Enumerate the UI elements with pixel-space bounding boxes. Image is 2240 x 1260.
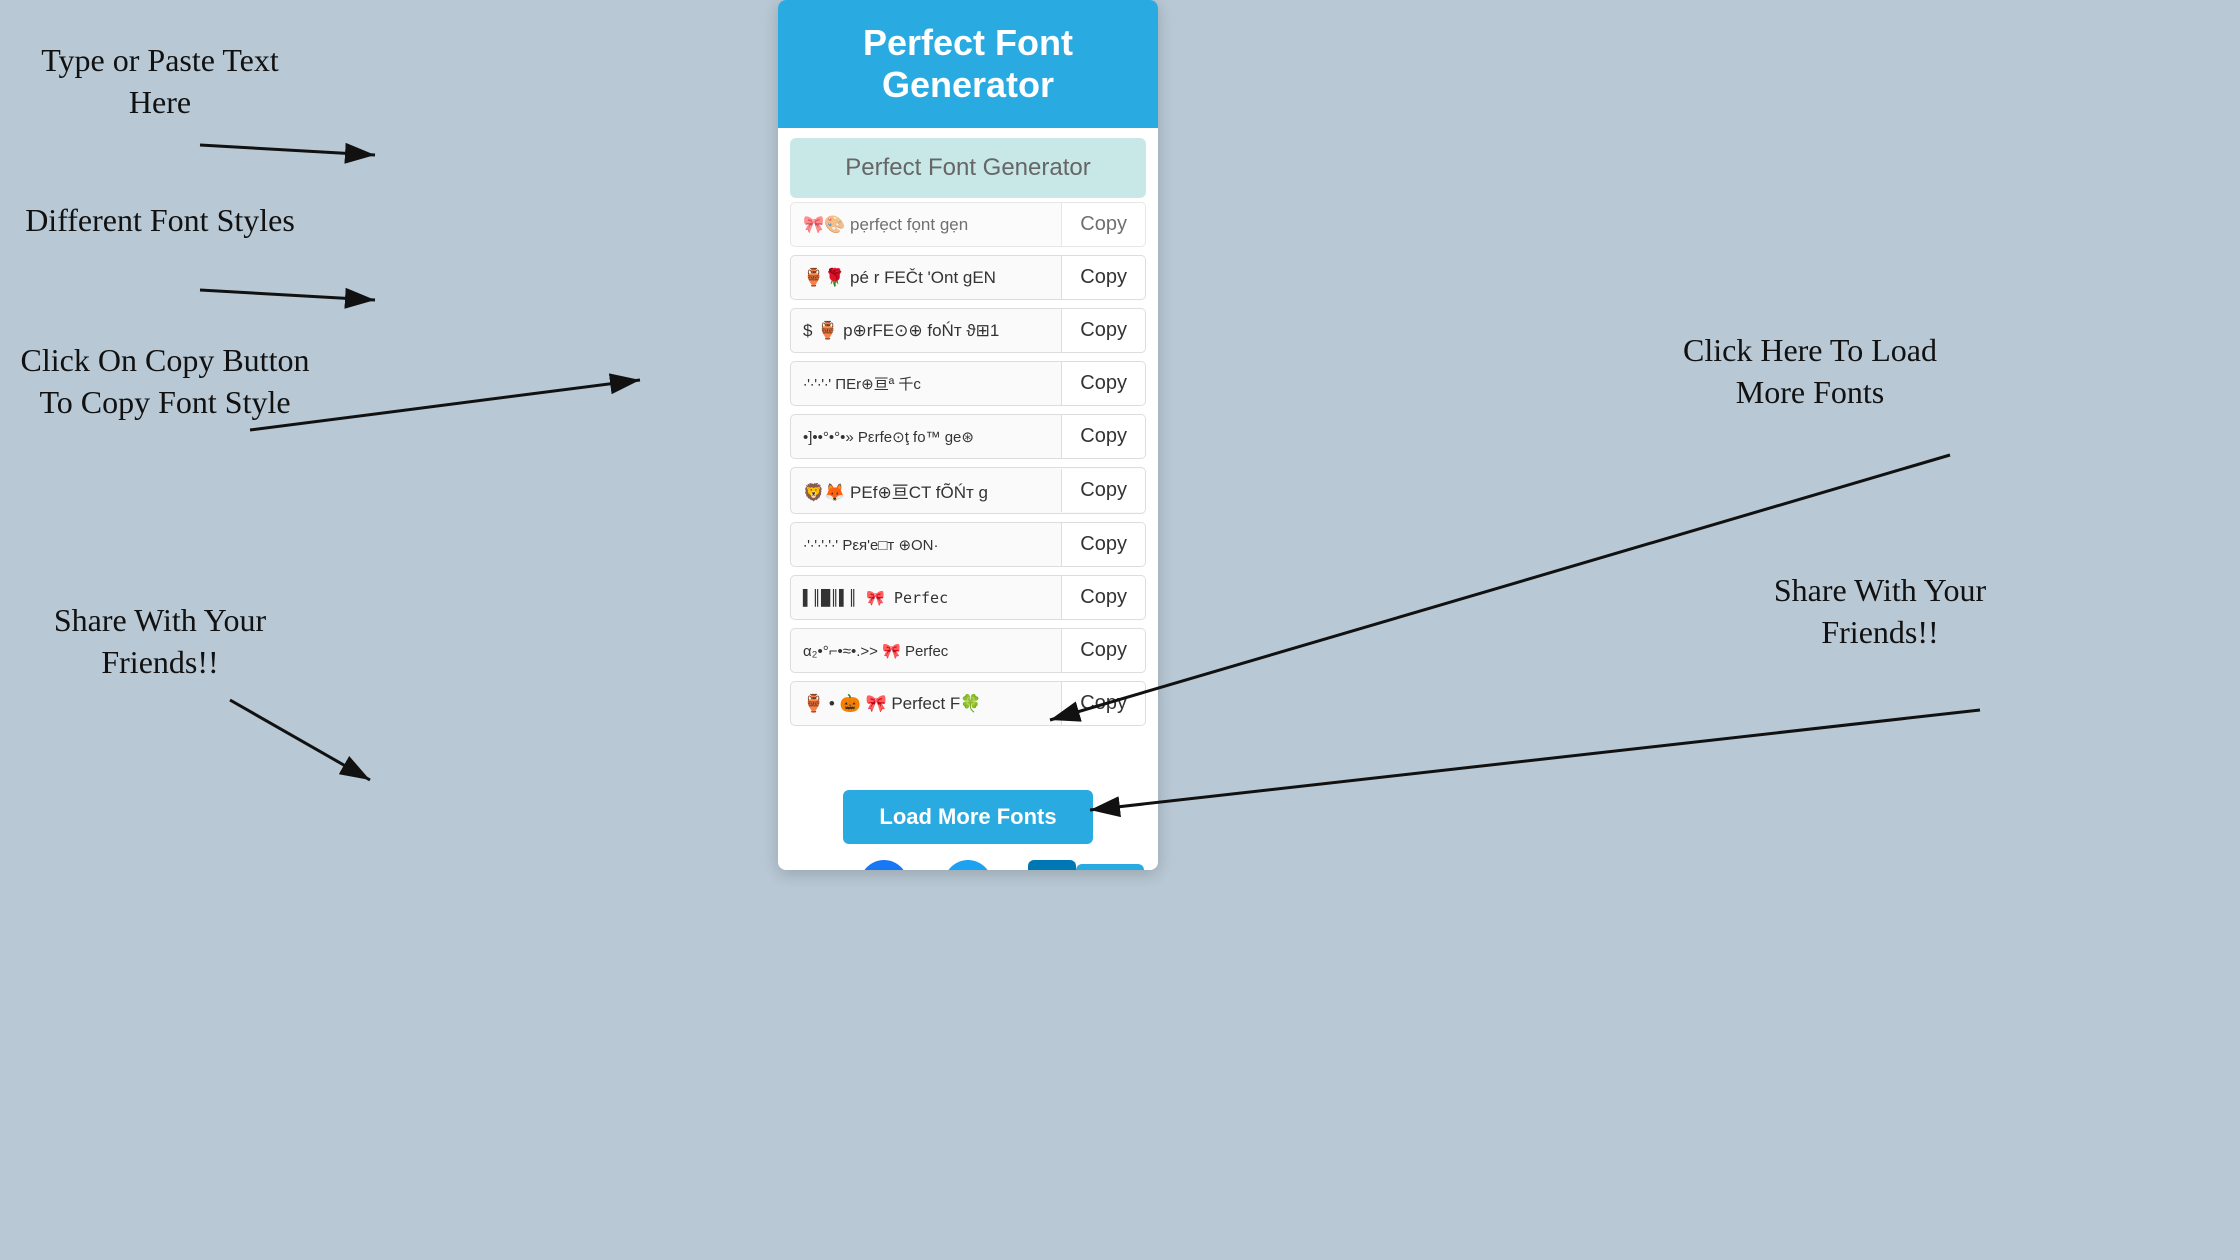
annotation-click-copy: Click On Copy Button To Copy Font Style xyxy=(20,340,310,423)
table-row: α₂•°⌐•≈•.>> 🎀 Perfec Copy xyxy=(790,628,1146,673)
font-style-text: 🎀🎨 pẹrfẹct fọnt gẹn xyxy=(791,205,1061,245)
copy-button[interactable]: Copy xyxy=(1061,415,1145,458)
table-row: 🏺🌹 pé r FEČt 'Ont gEN Copy xyxy=(790,255,1146,300)
annotation-share-right: Share With Your Friends!! xyxy=(1740,570,2020,653)
annotation-different-fonts: Different Font Styles xyxy=(20,200,300,242)
table-row: 🏺 • 🎃 🎀 Perfect F🍀 Copy xyxy=(790,681,1146,726)
annotation-click-load: Click Here To Load More Fonts xyxy=(1660,330,1960,413)
annotation-type-paste: Type or Paste Text Here xyxy=(20,40,300,123)
annotation-share-left: Share With Your Friends!! xyxy=(20,600,300,683)
table-row: ▌║█║▌║ 🎀 Perfec Copy xyxy=(790,575,1146,620)
linkedin-icon-r2[interactable]: in xyxy=(1028,860,1076,870)
font-style-text: ▌║█║▌║ 🎀 Perfec xyxy=(791,579,1061,617)
copy-button[interactable]: Copy xyxy=(1061,362,1145,405)
font-style-text: $ 🏺 p⊕rFE⊙⊕ foŃт ϑ⊞1 xyxy=(791,311,1061,351)
font-style-text: •]••°•°•» Pεrfe⊙ţ fo™ ge⊛ xyxy=(791,418,1061,456)
copy-button[interactable]: Copy xyxy=(1061,576,1145,619)
font-style-text: 🏺 • 🎃 🎀 Perfect F🍀 xyxy=(791,684,1061,724)
font-style-text: 🏺🌹 pé r FEČt 'Ont gEN xyxy=(791,258,1061,298)
right-phone-wrapper: Perfect Font Generator Perfect Font Gene… xyxy=(778,0,1158,870)
table-row: 🦁🦊 PEf⊕亘CT fÕŃт g Copy xyxy=(790,467,1146,514)
top-button-2[interactable]: Top xyxy=(1076,864,1144,871)
copy-button[interactable]: Copy xyxy=(1061,256,1145,299)
table-row: ∙'∙'∙'∙'∙' Pεя'e□т ⊕ON· Copy xyxy=(790,522,1146,567)
table-row: •]••°•°•» Pεrfe⊙ţ fo™ ge⊛ Copy xyxy=(790,414,1146,459)
table-row: ∙'∙'∙'∙' ΠΕr⊕亘ª 千c Copy xyxy=(790,361,1146,406)
font-style-text: ∙'∙'∙'∙' ΠΕr⊕亘ª 千c xyxy=(791,363,1061,404)
load-more-button-2[interactable]: Load More Fonts xyxy=(843,790,1092,844)
table-row: 🎀🎨 pẹrfẹct fọnt gẹn Copy xyxy=(790,202,1146,247)
right-header-2: Perfect Font Generator xyxy=(778,0,1158,128)
right-font-list-2: 🎀🎨 pẹrfẹct fọnt gẹn Copy 🏺🌹 pé r FEČt 'O… xyxy=(778,202,1158,782)
copy-button[interactable]: Copy xyxy=(1061,629,1145,672)
right-input-display-2: Perfect Font Generator xyxy=(790,138,1146,198)
font-style-text: 🦁🦊 PEf⊕亘CT fÕŃт g xyxy=(791,468,1061,513)
font-style-text: α₂•°⌐•≈•.>> 🎀 Perfec xyxy=(791,632,1061,670)
copy-button[interactable]: Copy xyxy=(1061,203,1145,246)
font-style-text: ∙'∙'∙'∙'∙' Pεя'e□т ⊕ON· xyxy=(791,526,1061,564)
copy-button[interactable]: Copy xyxy=(1061,523,1145,566)
copy-button[interactable]: Copy xyxy=(1061,682,1145,725)
table-row: $ 🏺 p⊕rFE⊙⊕ foŃт ϑ⊞1 Copy xyxy=(790,308,1146,353)
facebook-icon-r2[interactable] xyxy=(860,860,908,870)
copy-button[interactable]: Copy xyxy=(1061,469,1145,512)
twitter-icon-r2[interactable] xyxy=(944,860,992,870)
copy-button[interactable]: Copy xyxy=(1061,309,1145,352)
